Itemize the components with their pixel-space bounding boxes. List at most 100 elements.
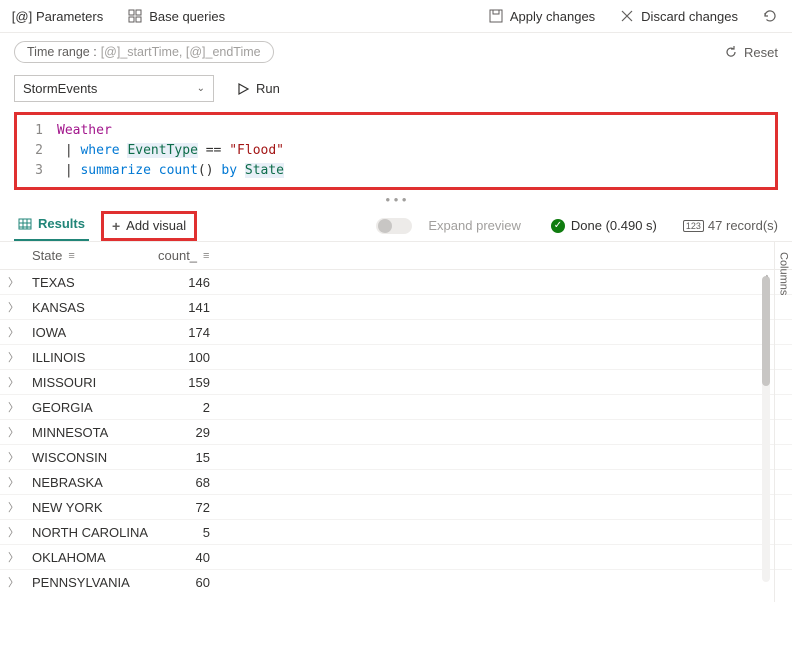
cell-state: ILLINOIS bbox=[32, 350, 158, 365]
line-gutter: 1 2 3 bbox=[17, 115, 53, 187]
table-body[interactable]: 〉TEXAS146〉KANSAS141〉IOWA174〉ILLINOIS100〉… bbox=[0, 270, 792, 592]
cell-count: 146 bbox=[158, 275, 220, 290]
cell-count: 68 bbox=[158, 475, 220, 490]
number-icon: 123 bbox=[683, 220, 704, 232]
chevron-right-icon[interactable]: 〉 bbox=[8, 274, 32, 290]
apply-changes-button[interactable]: Apply changes bbox=[488, 8, 595, 24]
cell-count: 174 bbox=[158, 325, 220, 340]
table-row[interactable]: 〉WISCONSIN15 bbox=[0, 445, 792, 470]
chevron-right-icon[interactable]: 〉 bbox=[8, 499, 32, 515]
chevron-right-icon[interactable]: 〉 bbox=[8, 374, 32, 390]
token-op: == bbox=[198, 143, 229, 158]
tab-results[interactable]: Results bbox=[14, 210, 89, 241]
column-menu-icon[interactable]: ≡ bbox=[68, 250, 74, 262]
chevron-down-icon: ⌄ bbox=[197, 83, 205, 94]
token-keyword: by bbox=[214, 163, 245, 178]
cell-state: NEW YORK bbox=[32, 500, 158, 515]
base-queries-button[interactable]: Base queries bbox=[127, 8, 225, 24]
record-count-text: 47 record(s) bbox=[708, 218, 778, 233]
play-icon bbox=[236, 82, 250, 96]
line-num: 2 bbox=[21, 141, 43, 161]
col-count-header[interactable]: count_ ≡ bbox=[158, 248, 220, 263]
cell-count: 5 bbox=[158, 525, 220, 540]
table-row[interactable]: 〉OKLAHOMA40 bbox=[0, 545, 792, 570]
query-editor[interactable]: 1 2 3 Weather | where EventType == "Floo… bbox=[14, 112, 778, 190]
col-state-header[interactable]: State ≡ bbox=[32, 248, 158, 263]
cell-state: NORTH CAROLINA bbox=[32, 525, 158, 540]
query-status: ✓ Done (0.490 s) bbox=[551, 218, 657, 233]
columns-panel-toggle[interactable]: Columns bbox=[774, 242, 792, 602]
chevron-right-icon[interactable]: 〉 bbox=[8, 299, 32, 315]
token-keyword: where bbox=[80, 143, 119, 158]
table-row[interactable]: 〉NEW YORK72 bbox=[0, 495, 792, 520]
reset-button[interactable]: Reset bbox=[724, 45, 778, 60]
table-row[interactable]: 〉MISSOURI159 bbox=[0, 370, 792, 395]
cell-state: TEXAS bbox=[32, 275, 158, 290]
table-row[interactable]: 〉GEORGIA2 bbox=[0, 395, 792, 420]
table-row[interactable]: 〉TEXAS146 bbox=[0, 270, 792, 295]
token-string: "Flood" bbox=[229, 143, 284, 158]
cell-state: WISCONSIN bbox=[32, 450, 158, 465]
cell-count: 40 bbox=[158, 550, 220, 565]
table-row[interactable]: 〉ILLINOIS100 bbox=[0, 345, 792, 370]
chevron-right-icon[interactable]: 〉 bbox=[8, 474, 32, 490]
refresh-icon bbox=[762, 8, 778, 24]
reset-label: Reset bbox=[744, 45, 778, 60]
chevron-right-icon[interactable]: 〉 bbox=[8, 449, 32, 465]
discard-changes-label: Discard changes bbox=[641, 9, 738, 24]
splitter-handle[interactable]: • • • bbox=[0, 196, 792, 206]
parameters-label: Parameters bbox=[36, 9, 103, 24]
table-row[interactable]: 〉IOWA174 bbox=[0, 320, 792, 345]
top-toolbar: [@] Parameters Base queries Apply change… bbox=[0, 0, 792, 33]
scroll-thumb[interactable] bbox=[762, 276, 770, 386]
cell-count: 159 bbox=[158, 375, 220, 390]
columns-panel-label: Columns bbox=[778, 252, 790, 295]
token-column: EventType bbox=[127, 143, 197, 158]
chevron-right-icon[interactable]: 〉 bbox=[8, 549, 32, 565]
expand-preview-toggle[interactable] bbox=[376, 218, 412, 234]
parameters-button[interactable]: [@] Parameters bbox=[14, 8, 103, 24]
cell-state: GEORGIA bbox=[32, 400, 158, 415]
chevron-right-icon[interactable]: 〉 bbox=[8, 324, 32, 340]
expand-preview-label: Expand preview bbox=[428, 218, 521, 233]
cell-state: IOWA bbox=[32, 325, 158, 340]
datasource-dropdown[interactable]: StormEvents ⌄ bbox=[14, 75, 214, 102]
run-button[interactable]: Run bbox=[228, 77, 288, 100]
cell-count: 60 bbox=[158, 575, 220, 590]
table-row[interactable]: 〉PENNSYLVANIA60 bbox=[0, 570, 792, 592]
vertical-scrollbar[interactable]: ▲ bbox=[762, 272, 772, 572]
chevron-right-icon[interactable]: 〉 bbox=[8, 424, 32, 440]
chevron-right-icon[interactable]: 〉 bbox=[8, 349, 32, 365]
add-visual-button[interactable]: + Add visual bbox=[101, 211, 197, 241]
time-range-value: [@]_startTime, [@]_endTime bbox=[101, 45, 261, 59]
cell-count: 72 bbox=[158, 500, 220, 515]
plus-icon: + bbox=[112, 218, 120, 234]
col-state-label: State bbox=[32, 248, 62, 263]
query-control-row: StormEvents ⌄ Run bbox=[0, 71, 792, 110]
chevron-right-icon[interactable]: 〉 bbox=[8, 574, 32, 590]
table-row[interactable]: 〉KANSAS141 bbox=[0, 295, 792, 320]
chevron-right-icon[interactable]: 〉 bbox=[8, 399, 32, 415]
token-table: Weather bbox=[57, 123, 112, 138]
token-keyword: summarize bbox=[80, 163, 150, 178]
column-menu-icon[interactable]: ≡ bbox=[203, 250, 209, 262]
token-paren: () bbox=[198, 163, 214, 178]
table-row[interactable]: 〉NORTH CAROLINA5 bbox=[0, 520, 792, 545]
refresh-button[interactable] bbox=[762, 8, 778, 24]
cell-count: 100 bbox=[158, 350, 220, 365]
time-range-pill[interactable]: Time range : [@]_startTime, [@]_endTime bbox=[14, 41, 274, 63]
table-row[interactable]: 〉NEBRASKA68 bbox=[0, 470, 792, 495]
table-row[interactable]: 〉MINNESOTA29 bbox=[0, 420, 792, 445]
discard-changes-button[interactable]: Discard changes bbox=[619, 8, 738, 24]
chevron-right-icon[interactable]: 〉 bbox=[8, 524, 32, 540]
parameters-icon: [@] bbox=[14, 8, 30, 24]
token-pipe: | bbox=[57, 163, 80, 178]
close-icon bbox=[619, 8, 635, 24]
code-area[interactable]: Weather | where EventType == "Flood" | s… bbox=[53, 115, 288, 187]
table-icon bbox=[18, 217, 32, 231]
table-header: State ≡ count_ ≡ bbox=[0, 242, 792, 270]
results-toolbar: Results + Add visual Expand preview ✓ Do… bbox=[0, 206, 792, 242]
cell-state: NEBRASKA bbox=[32, 475, 158, 490]
record-count: 123 47 record(s) bbox=[683, 218, 778, 233]
cell-count: 141 bbox=[158, 300, 220, 315]
